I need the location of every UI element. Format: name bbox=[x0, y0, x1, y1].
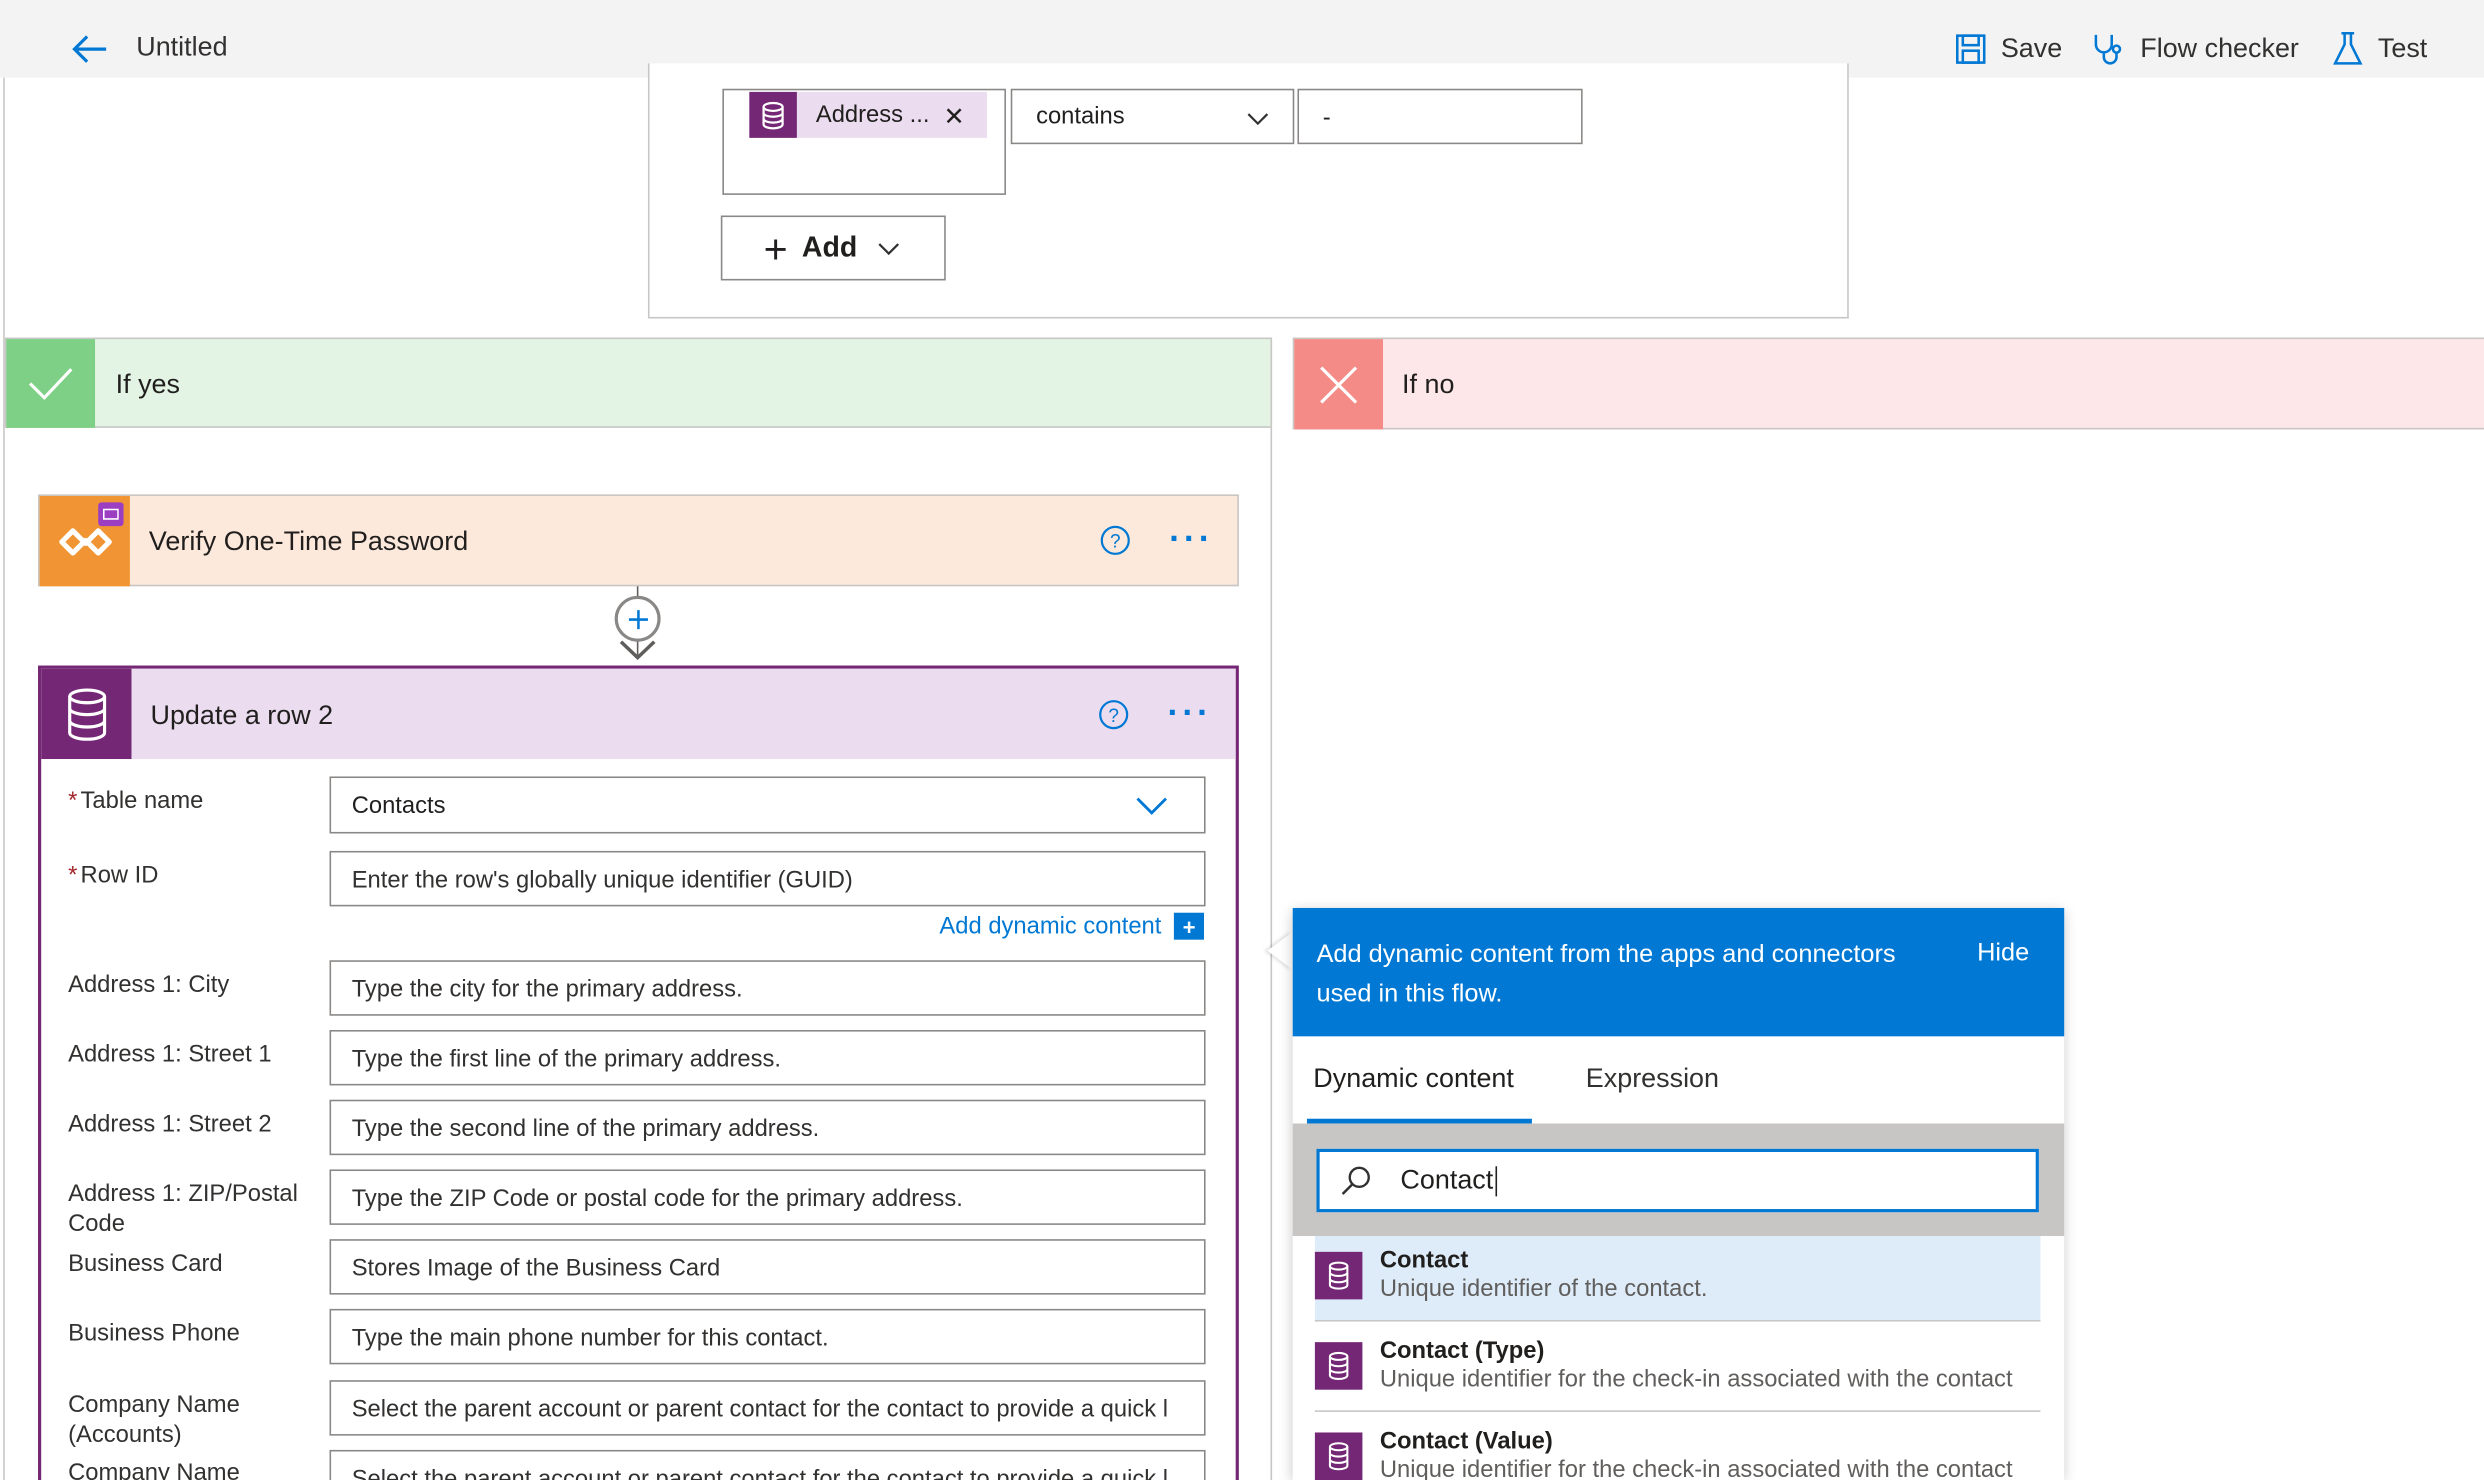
checkmark-icon bbox=[6, 339, 96, 428]
row-id-input[interactable]: Enter the row's globally unique identifi… bbox=[329, 850, 1206, 907]
if-no-label: If no bbox=[1402, 369, 1455, 400]
dynamic-item-desc: Unique identifier for the check-in assoc… bbox=[1379, 1456, 2013, 1480]
database-icon bbox=[1314, 1432, 1363, 1480]
help-icon[interactable]: ? bbox=[1098, 699, 1130, 731]
back-arrow-icon[interactable] bbox=[70, 29, 111, 70]
flow-designer: Untitled Save Flow checker Test Address … bbox=[0, 0, 2484, 1480]
help-icon[interactable]: ? bbox=[1099, 525, 1131, 557]
plus-icon: + bbox=[763, 224, 788, 272]
search-input[interactable]: Contact bbox=[1316, 1148, 2039, 1213]
panel-pointer bbox=[1267, 931, 1293, 970]
canvas-border bbox=[3, 77, 5, 1480]
field-label-table-name: * Table name bbox=[68, 787, 204, 815]
flow-checker-label: Flow checker bbox=[2140, 33, 2299, 64]
test-label: Test bbox=[2377, 33, 2428, 64]
close-icon bbox=[1294, 339, 1384, 430]
field-label-street2: Address 1: Street 2 bbox=[68, 1110, 272, 1138]
save-button[interactable]: Save bbox=[1955, 29, 2062, 70]
search-icon bbox=[1341, 1166, 1370, 1195]
operator-dropdown[interactable]: contains bbox=[1010, 88, 1295, 145]
field-label-business-card: Business Card bbox=[68, 1250, 223, 1278]
search-area: Contact bbox=[1292, 1123, 2065, 1236]
flask-icon bbox=[2333, 32, 2363, 65]
street2-input[interactable]: Type the second line of the primary addr… bbox=[329, 1099, 1206, 1156]
dynamic-item-contact[interactable]: Contact Unique identifier of the contact… bbox=[1314, 1235, 2041, 1320]
chevron-down-icon bbox=[1247, 113, 1269, 126]
dynamic-panel-header: Add dynamic content from the apps and co… bbox=[1292, 907, 2065, 1037]
field-label-row-id: * Row ID bbox=[68, 862, 159, 889]
business-phone-input[interactable]: Type the main phone number for this cont… bbox=[329, 1308, 1206, 1365]
arrow-down-icon bbox=[619, 640, 656, 661]
database-icon bbox=[41, 668, 132, 760]
city-input[interactable]: Type the city for the primary address. bbox=[329, 960, 1206, 1016]
svg-text:?: ? bbox=[1108, 706, 1119, 727]
save-icon bbox=[1956, 34, 1986, 64]
stethoscope-icon bbox=[2094, 34, 2122, 65]
chevron-down-icon bbox=[878, 242, 900, 255]
field-label-company-name: Company Name bbox=[68, 1459, 240, 1480]
more-options-icon[interactable]: ··· bbox=[1168, 692, 1212, 733]
search-value: Contact bbox=[1400, 1164, 1494, 1195]
add-dynamic-icon: + bbox=[1174, 912, 1205, 940]
dynamic-item-name: Contact bbox=[1379, 1247, 1469, 1275]
dynamic-token[interactable]: Address ... ✕ bbox=[749, 91, 987, 138]
if-no-branch: If no bbox=[1292, 337, 2484, 430]
field-label-company-accounts: Company Name (Accounts) bbox=[68, 1391, 240, 1449]
street1-input[interactable]: Type the first line of the primary addre… bbox=[329, 1029, 1206, 1086]
field-label-city: Address 1: City bbox=[68, 971, 230, 999]
add-dynamic-content-link[interactable]: Add dynamic content + bbox=[939, 912, 1205, 940]
business-card-input[interactable]: Stores Image of the Business Card bbox=[329, 1239, 1206, 1295]
more-options-icon[interactable]: ··· bbox=[1169, 518, 1213, 559]
remove-token-icon[interactable]: ✕ bbox=[944, 101, 965, 133]
table-name-value: Contacts bbox=[351, 792, 446, 820]
condition-value-input[interactable]: - bbox=[1297, 88, 1583, 145]
plus-icon bbox=[628, 609, 648, 629]
divider bbox=[1314, 1410, 2041, 1412]
flow-checker-button[interactable]: Flow checker bbox=[2091, 29, 2299, 70]
if-yes-label: If yes bbox=[115, 369, 181, 400]
tab-expression[interactable]: Expression bbox=[1586, 1063, 1719, 1095]
field-label-business-phone: Business Phone bbox=[68, 1319, 240, 1347]
company-name-input[interactable]: Select the parent account or parent cont… bbox=[329, 1449, 1206, 1480]
zip-input[interactable]: Type the ZIP Code or postal code for the… bbox=[329, 1169, 1206, 1225]
dynamic-item-name: Contact (Value) bbox=[1379, 1427, 1553, 1455]
update-row-header[interactable]: Update a row 2 ? ··· bbox=[41, 668, 1236, 760]
database-icon bbox=[749, 91, 797, 138]
field-label-street1: Address 1: Street 1 bbox=[68, 1041, 272, 1069]
verify-otp-card[interactable]: Verify One-Time Password ? ··· bbox=[38, 494, 1239, 587]
company-accounts-input[interactable]: Select the parent account or parent cont… bbox=[329, 1380, 1206, 1436]
text-cursor bbox=[1494, 1166, 1497, 1197]
update-row-title: Update a row 2 bbox=[150, 700, 334, 731]
insert-step-button[interactable] bbox=[614, 595, 661, 642]
dynamic-panel-description: Add dynamic content from the apps and co… bbox=[1316, 941, 1896, 1008]
add-condition-button[interactable]: + Add bbox=[720, 215, 946, 281]
operator-value: contains bbox=[1036, 102, 1125, 130]
dynamic-item-contact-type[interactable]: Contact (Type) Unique identifier for the… bbox=[1314, 1326, 2041, 1410]
if-yes-branch: If yes bbox=[4, 337, 1273, 428]
field-label-zip: Address 1: ZIP/Postal Code bbox=[68, 1180, 298, 1238]
chevron-down-icon bbox=[1136, 797, 1167, 815]
table-name-dropdown[interactable]: Contacts bbox=[329, 776, 1206, 834]
database-icon bbox=[1314, 1251, 1363, 1300]
dynamic-item-desc: Unique identifier of the contact. bbox=[1379, 1275, 1708, 1303]
dynamic-content-panel: Add dynamic content from the apps and co… bbox=[1292, 907, 2065, 1480]
hide-button[interactable]: Hide bbox=[1977, 940, 2029, 969]
add-label: Add bbox=[801, 231, 858, 264]
token-label: Address ... bbox=[815, 101, 930, 129]
verify-otp-title: Verify One-Time Password bbox=[148, 526, 469, 557]
database-icon bbox=[1314, 1342, 1363, 1390]
save-label: Save bbox=[2000, 33, 2063, 64]
dynamic-item-desc: Unique identifier for the check-in assoc… bbox=[1379, 1365, 2013, 1393]
dynamic-item-contact-value[interactable]: Contact (Value) Unique identifier for th… bbox=[1314, 1417, 2041, 1480]
tab-dynamic-content[interactable]: Dynamic content bbox=[1313, 1063, 1514, 1095]
svg-text:?: ? bbox=[1110, 531, 1121, 552]
test-button[interactable]: Test bbox=[2332, 29, 2427, 70]
add-dynamic-label: Add dynamic content bbox=[939, 912, 1162, 940]
dynamic-item-name: Contact (Type) bbox=[1379, 1337, 1545, 1365]
divider bbox=[1314, 1319, 2041, 1322]
flow-title[interactable]: Untitled bbox=[136, 32, 227, 64]
message-badge-icon bbox=[98, 502, 124, 527]
